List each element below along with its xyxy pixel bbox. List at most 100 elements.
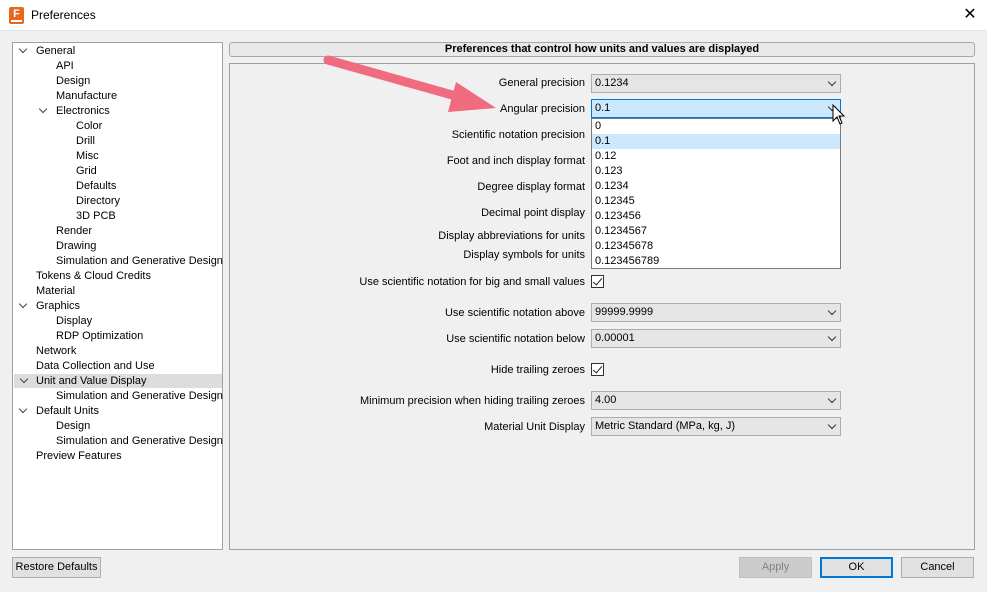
tree-item-label: Render — [56, 225, 93, 237]
tree-item[interactable]: Misc — [76, 149, 99, 163]
tree-item[interactable]: Defaults — [76, 179, 116, 193]
window-title: Preferences — [31, 8, 96, 22]
tree-item[interactable]: Drill — [76, 134, 95, 148]
sci-above-select[interactable]: 99999.9999 — [591, 303, 841, 322]
tree-item-label: Simulation and Generative Design — [56, 390, 223, 402]
tree-item[interactable]: API — [56, 59, 74, 73]
dropdown-option[interactable]: 0 — [592, 119, 840, 134]
hide-trailing-checkbox[interactable] — [591, 363, 604, 376]
tree-item[interactable]: Material — [36, 284, 75, 298]
min-precision-label: Minimum precision when hiding trailing z… — [360, 395, 585, 407]
hide-trailing-label: Hide trailing zeroes — [490, 364, 585, 376]
tree-item[interactable]: Color — [76, 119, 102, 133]
sci-below-select[interactable]: 0.00001 — [591, 329, 841, 348]
tree-item-label: Color — [76, 120, 103, 132]
use-sci-big-small-checkbox[interactable] — [591, 275, 604, 288]
general-precision-select[interactable]: 0.1234 — [591, 74, 841, 93]
chevron-down-icon — [828, 79, 836, 87]
tree-item-label: Directory — [76, 195, 121, 207]
tree-item[interactable]: Render — [56, 224, 92, 238]
tree-item-label: API — [56, 60, 74, 72]
tree-item[interactable]: Default Units — [36, 404, 99, 418]
tree-item[interactable]: Electronics — [56, 104, 110, 118]
chevron-down-icon[interactable] — [18, 406, 28, 416]
chevron-down-icon[interactable] — [18, 46, 28, 56]
decimal-point-label: Decimal point display — [481, 207, 585, 219]
foot-inch-format-label: Foot and inch display format — [446, 155, 585, 167]
dropdown-option[interactable]: 0.12 — [592, 149, 840, 164]
tree-item[interactable]: 3D PCB — [76, 209, 116, 223]
chevron-down-icon — [828, 334, 836, 342]
min-precision-value: 4.00 — [595, 394, 617, 406]
dropdown-option[interactable]: 0.1234567 — [592, 224, 840, 239]
dropdown-option[interactable]: 0.1234 — [592, 179, 840, 194]
tree-item[interactable]: Graphics — [36, 299, 80, 313]
restore-defaults-button[interactable]: Restore Defaults — [12, 557, 101, 578]
tree-item-label: Electronics — [56, 105, 110, 117]
ok-button[interactable]: OK — [820, 557, 893, 578]
tree-item[interactable]: Directory — [76, 194, 120, 208]
tree-item-label: Manufacture — [56, 90, 118, 102]
chevron-down-icon[interactable] — [19, 376, 29, 386]
chevron-down-icon[interactable] — [18, 301, 28, 311]
angular-precision-value: 0.1 — [595, 102, 611, 114]
tree-item[interactable]: Drawing — [56, 239, 96, 253]
tree-item-label: Material — [36, 285, 76, 297]
min-precision-select[interactable]: 4.00 — [591, 391, 841, 410]
tree-item-label: Drawing — [56, 240, 97, 252]
title-bar: F Preferences ✕ — [0, 0, 987, 31]
tree-item[interactable]: Grid — [76, 164, 97, 178]
tree-item-label: Preview Features — [36, 450, 122, 462]
tree-item[interactable]: Preview Features — [36, 449, 122, 463]
degree-format-label: Degree display format — [477, 181, 585, 193]
dropdown-option[interactable]: 0.123456789 — [592, 254, 840, 269]
mouse-cursor-icon — [832, 104, 846, 125]
general-precision-label: General precision — [498, 77, 585, 89]
tree-item[interactable]: Simulation and Generative Design — [56, 389, 223, 403]
chevron-down-icon — [828, 396, 836, 404]
tree-item-label: Design — [56, 75, 91, 87]
angular-precision-label: Angular precision — [500, 103, 585, 115]
tree-item[interactable]: Network — [36, 344, 76, 358]
tree-item[interactable]: Simulation and Generative Design — [56, 254, 223, 268]
material-unit-value: Metric Standard (MPa, kg, J) — [595, 420, 735, 432]
dropdown-option[interactable]: 0.123 — [592, 164, 840, 179]
sci-above-label: Use scientific notation above — [444, 307, 585, 319]
tree-item[interactable]: Tokens & Cloud Credits — [36, 269, 151, 283]
material-unit-select[interactable]: Metric Standard (MPa, kg, J) — [591, 417, 841, 436]
cancel-button[interactable]: Cancel — [901, 557, 974, 578]
tree-item[interactable]: Design — [56, 74, 90, 88]
tree-item[interactable]: Design — [56, 419, 90, 433]
tree-item-label: Display — [56, 315, 93, 327]
apply-button[interactable]: Apply — [739, 557, 812, 578]
tree-item[interactable]: Manufacture — [56, 89, 117, 103]
dropdown-option[interactable]: 0.1 — [592, 134, 840, 149]
tree-item-label: Tokens & Cloud Credits — [36, 270, 151, 282]
tree-item[interactable]: Simulation and Generative Design — [56, 434, 223, 448]
tree-item[interactable]: RDP Optimization — [56, 329, 143, 343]
annotation-arrow-icon — [323, 55, 496, 112]
tree-item-label: General — [36, 45, 76, 57]
chevron-down-icon[interactable] — [38, 106, 48, 116]
angular-precision-select[interactable]: 0.1 — [591, 99, 841, 118]
angular-precision-dropdown[interactable]: 0 0.1 0.12 0.123 0.1234 0.12345 0.123456 0.1234… — [591, 118, 841, 269]
tree-item-label: Simulation and Generative Design — [56, 255, 223, 267]
display-abbreviations-label: Display abbreviations for units — [438, 230, 585, 242]
display-symbols-label: Display symbols for units — [463, 249, 585, 261]
chevron-down-icon — [828, 422, 836, 430]
tree-item[interactable]: General — [36, 44, 75, 58]
dropdown-option[interactable]: 0.12345678 — [592, 239, 840, 254]
preferences-tree[interactable]: General API Design Manufacture Electronics Co… — [12, 42, 223, 550]
tree-item[interactable]: Display — [56, 314, 92, 328]
tree-item[interactable]: Unit and Value Display — [14, 374, 222, 388]
general-precision-value: 0.1234 — [595, 77, 629, 89]
dropdown-option[interactable]: 0.12345 — [592, 194, 840, 209]
app-icon: F — [9, 7, 24, 24]
dropdown-option[interactable]: 0.123456 — [592, 209, 840, 224]
close-icon[interactable]: ✕ — [960, 5, 980, 25]
sci-above-value: 99999.9999 — [595, 306, 654, 318]
tree-item-label: Unit and Value Display — [36, 375, 147, 387]
tree-item[interactable]: Data Collection and Use — [36, 359, 155, 373]
sci-below-value: 0.00001 — [595, 332, 635, 344]
scientific-notation-precision-label: Scientific notation precision — [451, 129, 585, 141]
